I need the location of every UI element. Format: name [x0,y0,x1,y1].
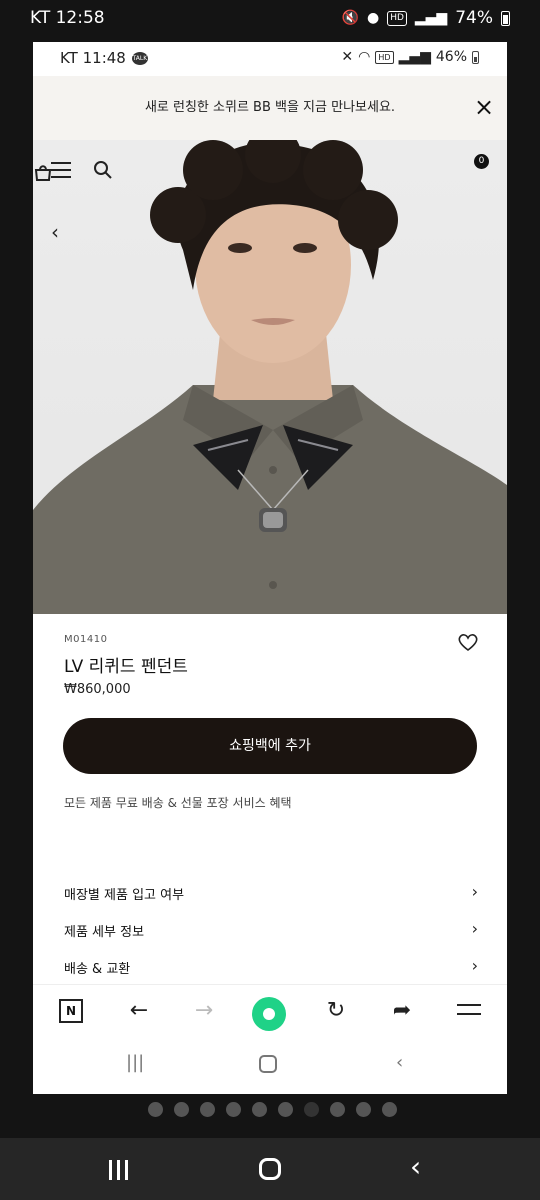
page-dot [148,1102,163,1117]
bag-count-badge: 0 [474,154,489,169]
page-dot [278,1102,293,1117]
kakaotalk-icon: TALK [131,51,148,65]
page-dot [356,1102,371,1117]
location-icon: ● [366,10,380,26]
signal-icon: ▂▄▆ [398,49,431,65]
chevron-right-icon: › [471,882,478,901]
link-label: 매장별 제품 입고 여부 [64,888,185,903]
recent-apps-button[interactable]: ||| [126,1052,144,1073]
link-product-details[interactable]: 제품 세부 정보 › [64,919,478,940]
back-icon[interactable]: ‹ [410,1150,421,1184]
model-illustration [33,140,507,614]
link-store-availability[interactable]: 매장별 제품 입고 여부 › [64,882,478,903]
browser-back-button[interactable]: ← [124,998,154,1024]
browser-menu-icon[interactable] [457,1004,481,1022]
inner-system-nav: ||| ‹ [33,1038,507,1094]
outer-carrier-time: KT 12:58 [30,8,105,28]
reload-button[interactable]: ↻ [321,998,351,1024]
page-dot [174,1102,189,1117]
recent-apps-icon[interactable] [109,1160,128,1180]
close-icon[interactable]: × [469,92,499,122]
product-title: LV 리퀴드 펜던트 [64,657,188,677]
home-icon[interactable] [259,1158,281,1180]
promo-banner[interactable]: 새로 런칭한 소뮈르 BB 백을 지금 만나보세요. × [33,76,507,140]
inner-carrier-time: KT 11:48 [60,49,126,67]
outer-status-icons: 🔇 ● HD ▂▄▆ 74% [342,8,510,28]
outer-system-nav: ‹ [0,1138,540,1200]
product-sku: M01410 [64,634,108,645]
share-button[interactable]: ➦ [387,998,417,1024]
hd-icon: HD [375,50,394,64]
shopping-bag-icon[interactable] [33,162,53,182]
search-icon[interactable] [93,160,113,180]
browser-forward-button[interactable]: → [189,998,219,1024]
promo-text[interactable]: 새로 런칭한 소뮈르 BB 백을 지금 만나보세요. [145,100,395,115]
outer-status-bar: KT 12:58 🔇 ● HD ▂▄▆ 74% [0,0,540,38]
naver-home-button[interactable]: N [59,999,83,1023]
product-hero-image: 0 ‹ [33,140,507,614]
link-shipping-returns[interactable]: 배송 & 교환 › [64,956,478,977]
outer-battery-percent: 74% [455,8,493,28]
link-label: 제품 세부 정보 [64,925,145,940]
page-dot [252,1102,267,1117]
inner-status-bar: KT 11:48 TALK ✕ ◠ HD ▂▄▆ 46% [33,42,507,76]
naver-green-dot-button[interactable] [252,997,286,1031]
link-label: 배송 & 교환 [64,962,131,977]
chevron-right-icon: › [471,919,478,938]
wifi-icon: ◠ [358,49,371,65]
browser-toolbar: N ← → ↻ ➦ [33,984,507,1038]
inner-battery-percent: 46% [435,49,467,65]
signal-icon: ▂▄▆ [414,10,448,26]
shipping-perk-text: 모든 제품 무료 배송 & 선물 포장 서비스 혜택 [64,796,292,810]
inner-status-icons: ✕ ◠ HD ▂▄▆ 46% [341,49,479,65]
wishlist-heart-icon[interactable] [457,632,479,652]
menu-icon[interactable] [51,162,71,178]
product-price: ₩860,000 [64,682,131,697]
app-screen: KT 11:48 TALK ✕ ◠ HD ▂▄▆ 46% 새로 런칭한 소뮈르 … [33,42,507,1094]
home-button[interactable] [259,1055,277,1073]
hd-icon: HD [387,10,407,26]
page-indicator [148,1102,397,1117]
inner-carrier: KT 11:48 TALK [60,49,148,67]
battery-icon [472,50,479,64]
page-dot-active [304,1102,319,1117]
back-icon[interactable]: ‹ [51,220,59,244]
battery-icon [501,10,510,26]
mute-icon: 🔇 [341,10,359,26]
back-button[interactable]: ‹ [396,1052,403,1073]
page-dot [200,1102,215,1117]
mute-icon: ✕ [341,49,354,65]
chevron-right-icon: › [471,956,478,975]
page-dot [382,1102,397,1117]
page-dot [330,1102,345,1117]
page-dot [226,1102,241,1117]
add-to-bag-button[interactable]: 쇼핑백에 추가 [63,718,477,774]
